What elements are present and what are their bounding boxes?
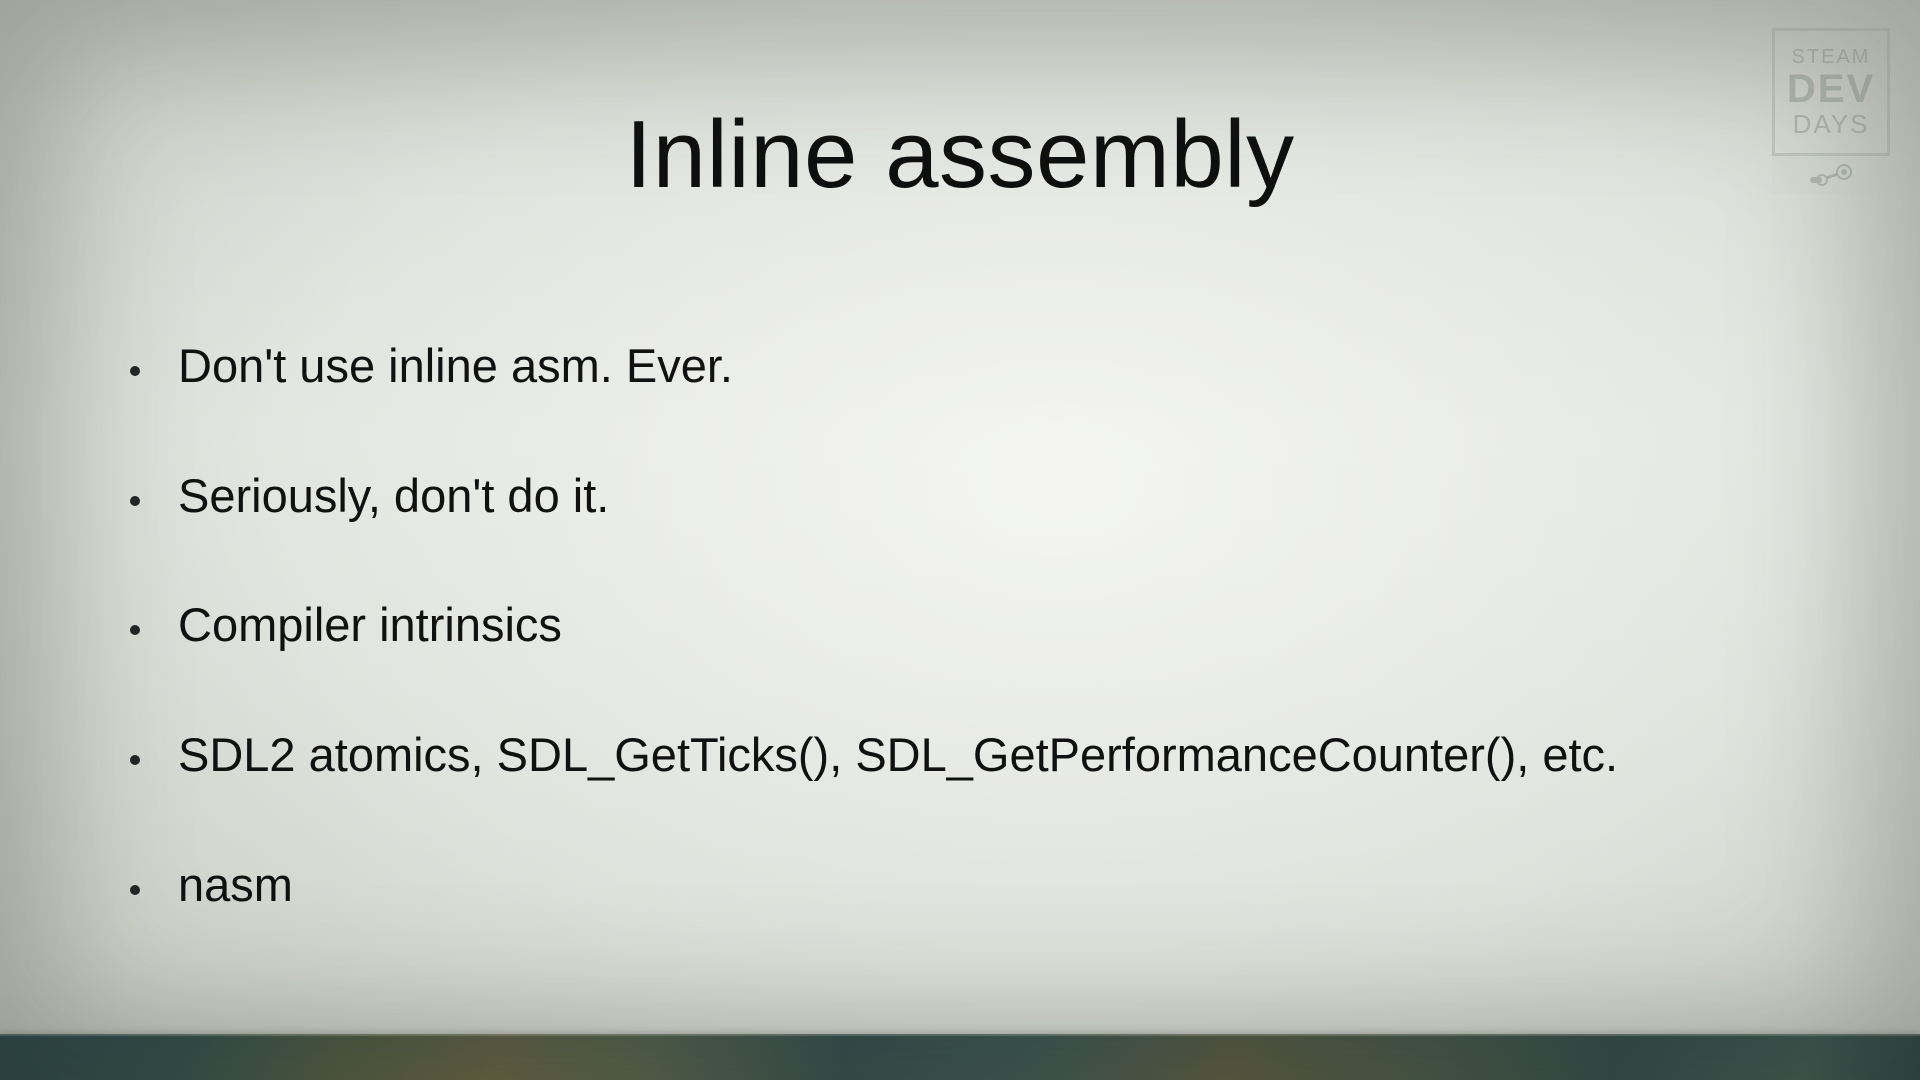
- bullet-dot-icon: [130, 625, 140, 635]
- bullet-text: nasm: [178, 859, 293, 911]
- slide-footer-bar: [0, 1034, 1920, 1080]
- bullet-item: Seriously, don't do it.: [130, 470, 1800, 522]
- bullet-text: Seriously, don't do it.: [178, 470, 609, 522]
- logo-text-steam: STEAM: [1792, 47, 1871, 67]
- bullet-dot-icon: [130, 496, 140, 506]
- slide: STEAM DEV DAYS Inline assembly Don't use…: [0, 0, 1920, 1080]
- bullet-item: SDL2 atomics, SDL_GetTicks(), SDL_GetPer…: [130, 729, 1800, 781]
- slide-title: Inline assembly: [0, 100, 1920, 210]
- bullet-text: SDL2 atomics, SDL_GetTicks(), SDL_GetPer…: [178, 729, 1618, 781]
- bullet-item: Compiler intrinsics: [130, 599, 1800, 651]
- bullet-text: Don't use inline asm. Ever.: [178, 340, 733, 392]
- bullet-list: Don't use inline asm. Ever. Seriously, d…: [130, 340, 1800, 988]
- bullet-text: Compiler intrinsics: [178, 599, 562, 651]
- bullet-dot-icon: [130, 885, 140, 895]
- bullet-dot-icon: [130, 755, 140, 765]
- bullet-item: Don't use inline asm. Ever.: [130, 340, 1800, 392]
- bullet-dot-icon: [130, 366, 140, 376]
- bullet-item: nasm: [130, 859, 1800, 911]
